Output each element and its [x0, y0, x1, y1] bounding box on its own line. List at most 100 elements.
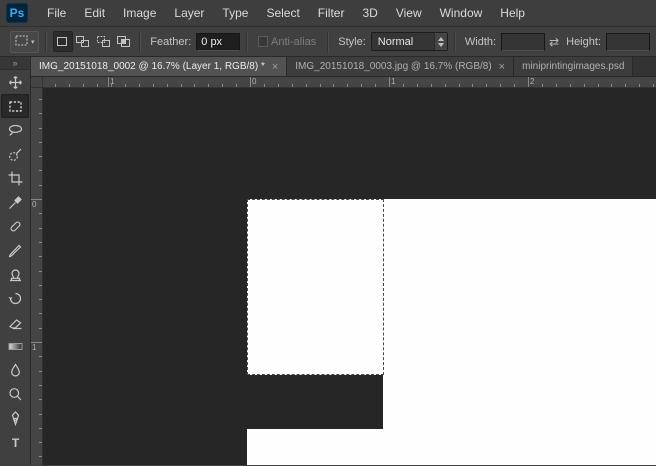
- rectangular-marquee-tool[interactable]: [1, 94, 29, 118]
- menu-window[interactable]: Window: [431, 0, 492, 26]
- style-select[interactable]: Normal: [371, 32, 448, 51]
- ruler-label: 1: [32, 344, 36, 352]
- anti-alias-label: Anti-alias: [271, 36, 316, 48]
- menu-layer[interactable]: Layer: [165, 0, 213, 26]
- menu-select[interactable]: Select: [257, 0, 308, 26]
- svg-text:T: T: [11, 436, 19, 450]
- ruler-tick: [39, 328, 42, 329]
- menu-file[interactable]: File: [38, 0, 75, 26]
- ruler-tick: [139, 84, 140, 87]
- height-label: Height:: [566, 36, 601, 48]
- photoshop-logo: Ps: [6, 3, 28, 23]
- ruler-tick: [39, 185, 42, 186]
- tabbar-filler: [633, 57, 656, 76]
- anti-alias-checkbox[interactable]: [258, 36, 268, 47]
- ruler-tick: [556, 84, 557, 87]
- move-tool[interactable]: [1, 70, 29, 94]
- canvas[interactable]: [43, 88, 656, 465]
- pen-tool[interactable]: [1, 406, 29, 430]
- ruler-label: 1: [391, 78, 395, 86]
- move-icon: [7, 74, 24, 91]
- ruler-tick: [39, 313, 42, 314]
- brush-icon: [7, 242, 24, 259]
- spot-healing-brush-tool[interactable]: [1, 214, 29, 238]
- blur-tool[interactable]: [1, 358, 29, 382]
- clone-stamp-tool[interactable]: [1, 262, 29, 286]
- ruler-tick: [403, 84, 404, 87]
- eyedropper-tool[interactable]: [1, 190, 29, 214]
- ruler-label: 2: [530, 78, 534, 86]
- ruler-tick: [639, 84, 640, 87]
- document-tab-3[interactable]: miniprintingimages.psd: [514, 57, 633, 76]
- menu-edit[interactable]: Edit: [75, 0, 114, 26]
- ruler-tick: [39, 385, 42, 386]
- crop-tool[interactable]: [1, 166, 29, 190]
- subtract-from-selection-mode-button[interactable]: [93, 31, 113, 52]
- ruler-major-tick: [108, 77, 109, 87]
- ruler-tick: [39, 271, 42, 272]
- quick-selection-tool[interactable]: [1, 142, 29, 166]
- ruler-tick: [194, 84, 195, 87]
- document-white-area[interactable]: [383, 199, 656, 465]
- ruler-label: 1: [110, 78, 114, 86]
- ruler-tick: [417, 84, 418, 87]
- menu-view[interactable]: View: [387, 0, 431, 26]
- style-label: Style:: [338, 36, 366, 48]
- horizontal-ruler[interactable]: 1012: [43, 77, 656, 88]
- ruler-tick: [153, 84, 154, 87]
- eraser-tool[interactable]: [1, 310, 29, 334]
- menu-help[interactable]: Help: [491, 0, 534, 26]
- blur-drop-icon: [7, 362, 24, 379]
- type-tool[interactable]: T: [1, 430, 29, 454]
- document-white-area-bottom[interactable]: [247, 429, 656, 465]
- lasso-tool[interactable]: [1, 118, 29, 142]
- ruler-tick: [39, 442, 42, 443]
- collapse-tools-button[interactable]: »: [0, 57, 30, 70]
- ruler-tick: [459, 84, 460, 87]
- gradient-tool[interactable]: [1, 334, 29, 358]
- ruler-tick: [167, 84, 168, 87]
- document-tab-1[interactable]: IMG_20151018_0002 @ 16.7% (Layer 1, RGB/…: [31, 57, 287, 76]
- menu-filter[interactable]: Filter: [309, 0, 354, 26]
- document-tab-2[interactable]: IMG_20151018_0003.jpg @ 16.7% (RGB/8) ×: [287, 57, 514, 76]
- history-brush-tool[interactable]: [1, 286, 29, 310]
- ruler-tick: [39, 128, 42, 129]
- tool-preset-button[interactable]: ▾: [10, 31, 39, 53]
- tab-label: miniprintingimages.psd: [522, 61, 624, 72]
- ruler-corner[interactable]: [31, 77, 43, 88]
- ruler-tick: [39, 414, 42, 415]
- workspace: »: [0, 57, 656, 465]
- feather-input[interactable]: [196, 33, 240, 51]
- ruler-tick: [39, 299, 42, 300]
- ruler-tick: [431, 84, 432, 87]
- menu-image[interactable]: Image: [114, 0, 165, 26]
- options-separator: [139, 32, 141, 52]
- ruler-tick: [39, 213, 42, 214]
- new-selection-icon: [55, 35, 70, 48]
- ruler-tick: [653, 84, 654, 87]
- menu-type[interactable]: Type: [213, 0, 257, 26]
- dodge-tool[interactable]: [1, 382, 29, 406]
- height-input[interactable]: [606, 33, 650, 51]
- ruler-tick: [39, 99, 42, 100]
- new-selection-mode-button[interactable]: [53, 31, 73, 52]
- add-to-selection-mode-button[interactable]: [73, 31, 93, 52]
- brush-tool[interactable]: [1, 238, 29, 262]
- width-input[interactable]: [501, 33, 545, 51]
- menu-3d[interactable]: 3D: [353, 0, 386, 26]
- photoshop-window: Ps File Edit Image Layer Type Select Fil…: [0, 0, 656, 466]
- close-tab-icon[interactable]: ×: [272, 62, 278, 72]
- ruler-tick: [514, 84, 515, 87]
- vertical-ruler[interactable]: 01: [31, 88, 43, 465]
- healing-brush-icon: [7, 218, 24, 235]
- swap-width-height-icon[interactable]: ⇄: [549, 35, 559, 49]
- ruler-tick: [39, 356, 42, 357]
- chevron-down-icon: ▾: [31, 38, 35, 46]
- subtract-selection-icon: [96, 35, 111, 48]
- spinner-arrows-icon[interactable]: [434, 33, 447, 50]
- marquee-tool-icon: [14, 34, 29, 50]
- close-tab-icon[interactable]: ×: [499, 62, 505, 72]
- ruler-tick: [445, 84, 446, 87]
- selection-marquee[interactable]: [247, 199, 384, 375]
- intersect-selection-mode-button[interactable]: [113, 31, 133, 52]
